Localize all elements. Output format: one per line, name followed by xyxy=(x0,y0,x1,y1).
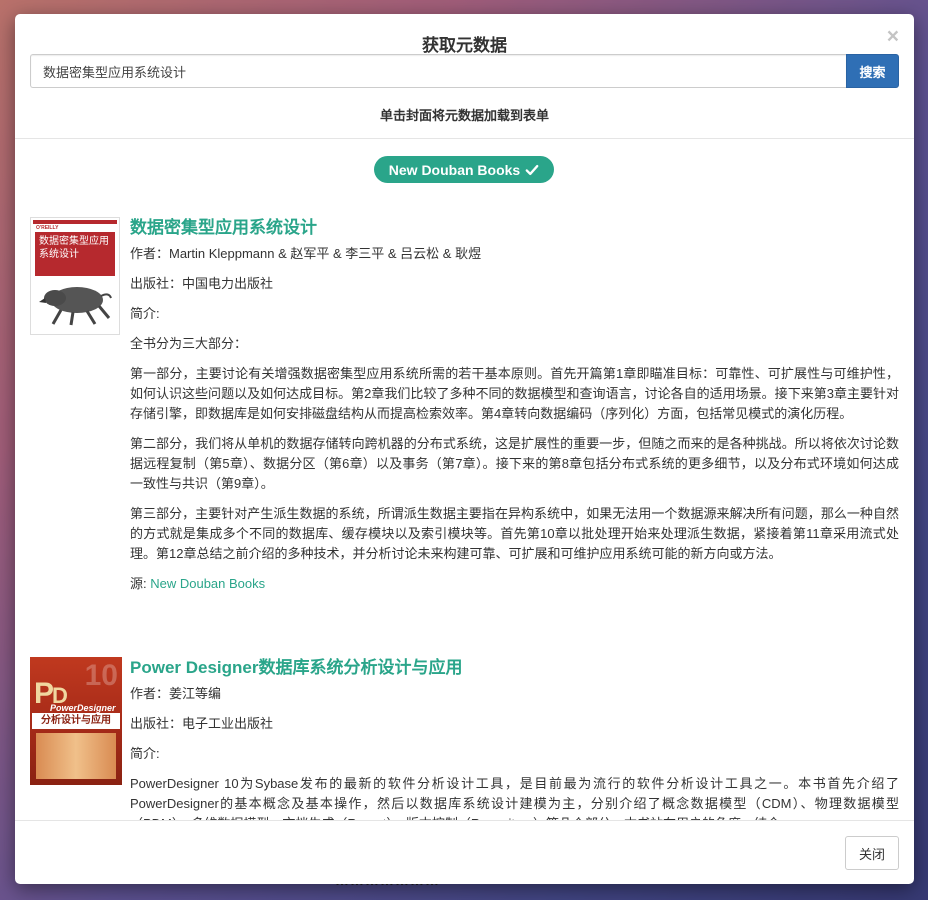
cover-title: 数据密集型应用系统设计 xyxy=(35,232,115,276)
result-item: O'REILLY 数据密集型应用系统设计 数据密集型应用系统设计 作者：Mart… xyxy=(30,217,899,637)
metadata-dialog: 获取元数据 × 搜索 单击封面将元数据加载到表单 New Douban Book… xyxy=(15,14,914,884)
book-cover[interactable]: 10 PD PowerDesigner 分析设计与应用 xyxy=(30,657,122,785)
dialog-footer: 关闭 xyxy=(15,820,914,884)
boar-illustration xyxy=(39,287,112,326)
book-intro-paragraph: 全书分为三大部分： xyxy=(130,336,248,351)
dialog-title: 获取元数据 xyxy=(422,36,507,55)
book-intro-label: 简介: xyxy=(130,306,160,321)
book-info: 数据密集型应用系统设计 作者：Martin Kleppmann & 赵军平 & … xyxy=(130,217,899,594)
book-title[interactable]: Power Designer数据库系统分析设计与应用 xyxy=(130,657,899,679)
cover-brand: PowerDesigner xyxy=(50,703,116,713)
book-author: 作者：Martin Kleppmann & 赵军平 & 李三平 & 吕云松 & … xyxy=(130,246,482,261)
cover-publisher: O'REILLY xyxy=(36,225,59,231)
search-bar: 搜索 xyxy=(30,54,899,88)
source-prefix: 源: xyxy=(130,576,151,591)
cover-title: 分析设计与应用 xyxy=(32,713,120,729)
source-badge[interactable]: New Douban Books xyxy=(374,156,554,183)
book-intro-paragraph: 第一部分，主要讨论有关增强数据密集型应用系统所需的若干基本原则。首先开篇第1章即… xyxy=(130,366,899,421)
close-button[interactable]: 关闭 xyxy=(845,836,899,870)
book-intro-paragraph: 第二部分，我们将从单机的数据存储转向跨机器的分布式系统，这是扩展性的重要一步，但… xyxy=(130,436,899,491)
book-publisher: 出版社：电子工业出版社 xyxy=(130,716,274,731)
book-author: 作者：姜江等编 xyxy=(130,686,222,701)
search-button[interactable]: 搜索 xyxy=(846,54,899,88)
source-badge-label: New Douban Books xyxy=(388,161,521,178)
book-intro-label: 简介: xyxy=(130,746,160,761)
cover-number: 10 xyxy=(84,659,118,692)
search-input[interactable] xyxy=(30,54,846,88)
result-item: 10 PD PowerDesigner 分析设计与应用 Power Design… xyxy=(30,657,899,820)
book-publisher: 出版社：中国电力出版社 xyxy=(130,276,274,291)
book-source: 源: New Douban Books xyxy=(130,574,899,594)
check-icon xyxy=(525,164,539,175)
dialog-header: 获取元数据 × 搜索 单击封面将元数据加载到表单 xyxy=(15,14,914,139)
book-intro-paragraph: PowerDesigner 10为Sybase发布的最新的软件分析设计工具，是目… xyxy=(130,776,899,820)
book-info: Power Designer数据库系统分析设计与应用 作者：姜江等编 出版社：电… xyxy=(130,657,899,820)
load-hint: 单击封面将元数据加载到表单 xyxy=(379,108,549,123)
results-body[interactable]: New Douban Books O'REILLY 数据密集型应用系统设计 数据… xyxy=(15,140,914,820)
close-icon[interactable]: × xyxy=(887,26,899,47)
book-intro-paragraph: 第三部分，主要针对产生派生数据的系统，所谓派生数据主要指在异构系统中，如果无法用… xyxy=(130,506,899,561)
book-cover[interactable]: O'REILLY 数据密集型应用系统设计 xyxy=(30,217,120,335)
source-link[interactable]: New Douban Books xyxy=(150,576,265,591)
book-title[interactable]: 数据密集型应用系统设计 xyxy=(130,217,899,239)
